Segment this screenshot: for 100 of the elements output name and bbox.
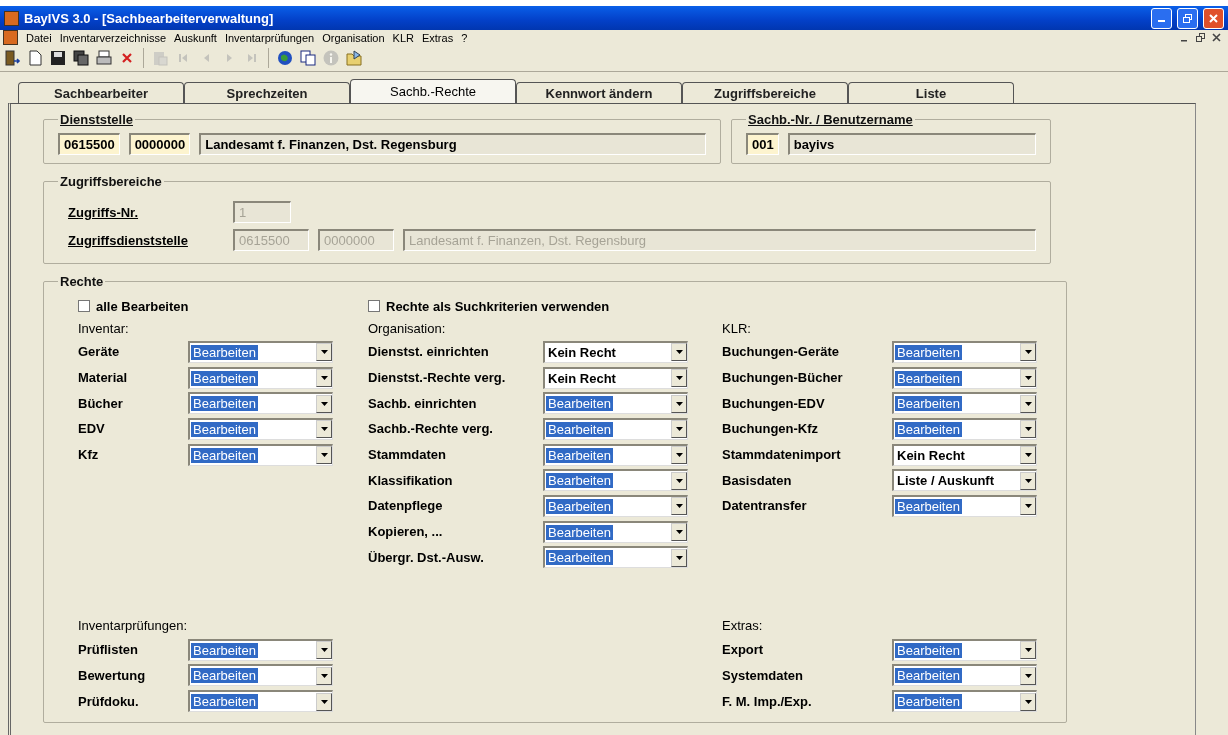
dropdown-button[interactable] (671, 394, 687, 413)
dropdown[interactable]: Bearbeiten (892, 366, 1037, 389)
dropdown[interactable]: Bearbeiten (543, 443, 688, 466)
dropdown[interactable]: Bearbeiten (188, 340, 333, 363)
dropdown[interactable]: Bearbeiten (892, 494, 1037, 517)
caret-icon (1024, 504, 1032, 509)
printer-icon[interactable] (94, 48, 114, 68)
caret-icon (1024, 350, 1032, 355)
menu-item[interactable]: Inventarprüfungen (224, 31, 315, 44)
checkbox[interactable] (78, 300, 90, 312)
dropdown[interactable]: Bearbeiten (543, 417, 688, 440)
menu-item[interactable]: Inventarverzeichnisse (59, 31, 167, 44)
restore-button[interactable] (1177, 7, 1198, 29)
dropdown-button[interactable] (671, 548, 687, 567)
dropdown[interactable]: Bearbeiten (188, 638, 333, 661)
checkbox-label[interactable]: alle Bearbeiten (96, 298, 189, 314)
caret-icon (1024, 478, 1032, 483)
caret-icon (320, 673, 328, 678)
dropdown[interactable]: Bearbeiten (188, 366, 333, 389)
dropdown-button[interactable] (1020, 692, 1036, 711)
dropdown[interactable]: Bearbeiten (543, 469, 688, 492)
folder-icon[interactable] (344, 48, 364, 68)
dropdown[interactable]: Bearbeiten (892, 690, 1037, 713)
permission-label: Dienstst. einrichten (368, 344, 490, 360)
dropdown[interactable]: Bearbeiten (892, 664, 1037, 687)
dropdown-button[interactable] (1020, 666, 1036, 685)
dropdown[interactable]: Liste / Auskunft (892, 469, 1037, 492)
globe-icon[interactable] (275, 48, 295, 68)
dropdown[interactable]: Bearbeiten (892, 638, 1037, 661)
tab[interactable]: Sachb.-Rechte (350, 79, 516, 103)
dropdown[interactable]: Kein Recht (892, 443, 1037, 466)
dropdown-button[interactable] (671, 343, 687, 362)
tab[interactable]: Liste (848, 82, 1014, 103)
dropdown[interactable]: Bearbeiten (188, 690, 333, 713)
dropdown[interactable]: Bearbeiten (188, 664, 333, 687)
dropdown[interactable]: Bearbeiten (188, 443, 333, 466)
dropdown[interactable]: Bearbeiten (543, 520, 688, 543)
text-field[interactable]: 001 (746, 133, 779, 155)
dropdown-button[interactable] (316, 446, 332, 465)
dropdown[interactable]: Bearbeiten (188, 417, 333, 440)
dropdown-button[interactable] (1020, 394, 1036, 413)
menu-item[interactable]: Auskunft (174, 31, 217, 44)
menu-item[interactable]: Datei (26, 31, 52, 44)
dropdown[interactable]: Bearbeiten (892, 392, 1037, 415)
dropdown[interactable]: Bearbeiten (188, 392, 333, 415)
checkbox-label[interactable]: Rechte als Suchkriterien verwenden (386, 298, 610, 314)
minimize-button[interactable] (1151, 7, 1172, 29)
menu-item[interactable]: KLR (392, 31, 414, 44)
dropdown-button[interactable] (316, 343, 332, 362)
dropdown[interactable]: Kein Recht (543, 366, 688, 389)
dropdown[interactable]: Bearbeiten (892, 340, 1037, 363)
dropdown-button[interactable] (1020, 446, 1036, 465)
section-heading: Extras: (722, 618, 763, 634)
menu-item[interactable]: Extras (421, 31, 454, 44)
dropdown-button[interactable] (1020, 471, 1036, 490)
dropdown-button[interactable] (316, 394, 332, 413)
tab[interactable]: Zugriffsbereiche (682, 82, 848, 103)
tab[interactable]: Sprechzeiten (184, 82, 350, 103)
dropdown-button[interactable] (316, 692, 332, 711)
dropdown-button[interactable] (671, 369, 687, 388)
text-field[interactable]: Landesamt f. Finanzen, Dst. Regensburg (199, 133, 706, 155)
dropdown[interactable]: Bearbeiten (892, 417, 1037, 440)
stacked-pages-icon[interactable] (71, 48, 91, 68)
permission-label: Bewertung (78, 667, 147, 683)
dropdown[interactable]: Bearbeiten (543, 392, 688, 415)
dropdown-button[interactable] (671, 471, 687, 490)
menu-item[interactable]: Organisation (322, 31, 385, 44)
dropdown-button[interactable] (316, 369, 332, 388)
dropdown[interactable]: Bearbeiten (543, 494, 688, 517)
dropdown-button[interactable] (1020, 420, 1036, 439)
caret-icon (1024, 699, 1032, 704)
tab[interactable]: Kennwort ändern (516, 82, 682, 103)
dropdown-button[interactable] (1020, 497, 1036, 516)
dropdown-button[interactable] (671, 523, 687, 542)
dropdown-button[interactable] (316, 420, 332, 439)
dropdown-button[interactable] (1020, 641, 1036, 660)
dropdown[interactable]: Kein Recht (543, 340, 688, 363)
dropdown-button[interactable] (671, 420, 687, 439)
text-field[interactable]: bayivs (787, 133, 1036, 155)
window-title: BayIVS 3.0 - [Sachbearbeiterverwaltung] (24, 10, 275, 26)
dropdown-button[interactable] (671, 446, 687, 465)
close-button[interactable] (1203, 7, 1224, 29)
text-field[interactable]: 0000000 (128, 133, 191, 155)
text-field[interactable]: 0615500 (58, 133, 120, 155)
caret-icon (675, 478, 683, 483)
door-icon[interactable] (2, 48, 22, 68)
tab[interactable]: Sachbearbeiter (18, 82, 184, 103)
dropdown-button[interactable] (1020, 343, 1036, 362)
close-icon[interactable] (1210, 31, 1222, 44)
caret-icon (320, 427, 328, 432)
restore-icon[interactable] (1194, 31, 1206, 44)
menu-item[interactable]: ? (461, 31, 468, 44)
dropdown-button[interactable] (671, 497, 687, 516)
dropdown[interactable]: Bearbeiten (543, 546, 688, 569)
permission-label: Datenpflege (368, 498, 444, 514)
dropdown-button[interactable] (316, 641, 332, 660)
checkbox[interactable] (368, 300, 380, 312)
dropdown-button[interactable] (316, 666, 332, 685)
dropdown-button[interactable] (1020, 369, 1036, 388)
copy-pages-icon[interactable] (298, 48, 318, 68)
